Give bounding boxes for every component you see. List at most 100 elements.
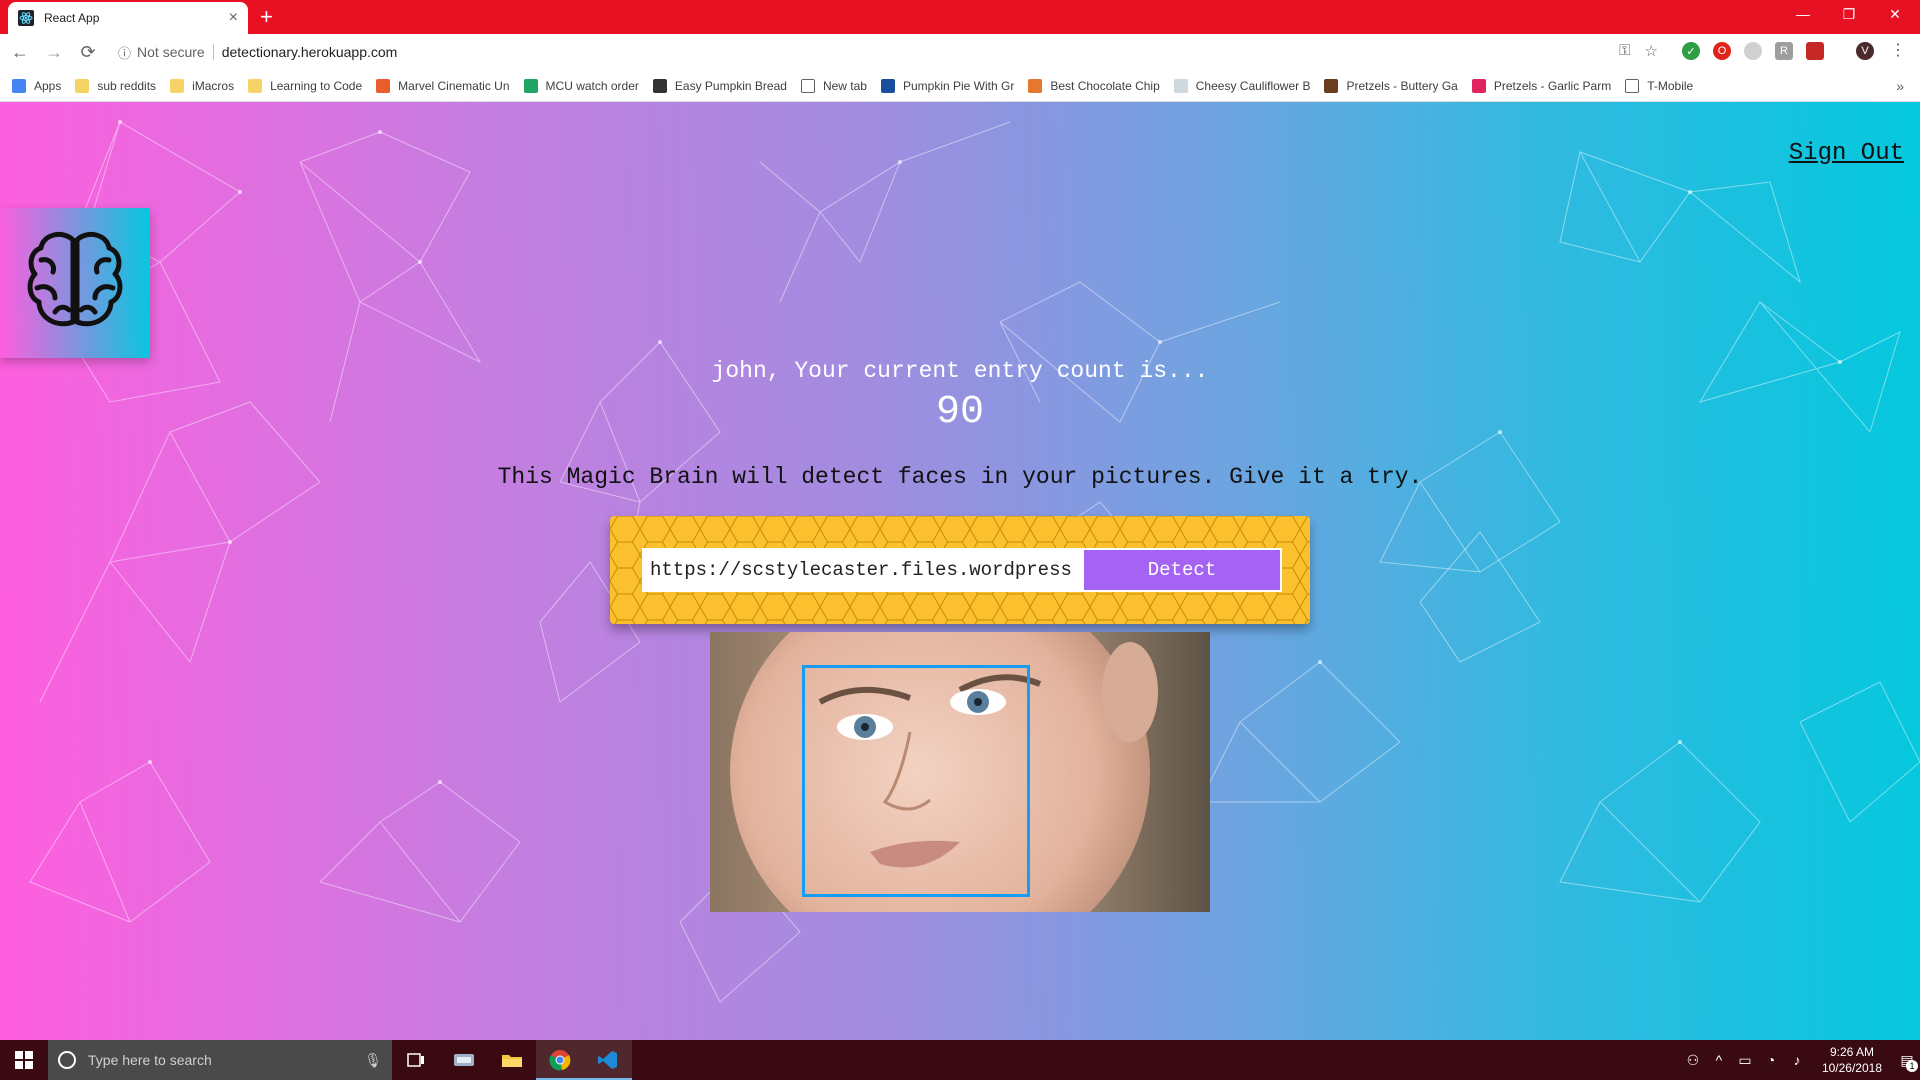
- url-text[interactable]: detectionary.herokuapp.com: [222, 44, 398, 60]
- image-url-input[interactable]: [642, 548, 1082, 592]
- marvel-icon: [376, 78, 391, 93]
- bookmark-label: Apps: [34, 78, 62, 93]
- windows-logo-icon: [15, 1051, 33, 1069]
- volume-icon[interactable]: ♪: [1784, 1052, 1810, 1068]
- bookmark-item[interactable]: New tab: [800, 78, 867, 93]
- brain-logo[interactable]: [0, 208, 150, 358]
- bookmarks-bar: Apps sub reddits iMacros Learning to Code Ma…: [0, 70, 1920, 102]
- key-icon[interactable]: ⚿: [1619, 42, 1630, 60]
- bookmark-item[interactable]: MCU watch order: [523, 78, 639, 93]
- apps-icon: [12, 78, 26, 93]
- taskbar-search-box[interactable]: Type here to search 🎙: [48, 1040, 392, 1080]
- bookmark-item[interactable]: Pretzels - Garlic Parm: [1471, 78, 1612, 93]
- bookmark-label: MCU watch order: [545, 78, 639, 93]
- bookmark-label: Pretzels - Garlic Parm: [1493, 78, 1612, 93]
- omnibox-divider: [212, 44, 214, 60]
- clock-time: 9:26 AM: [1829, 1045, 1874, 1059]
- task-view-icon[interactable]: [392, 1040, 440, 1080]
- extension-check-icon[interactable]: ✓: [1682, 42, 1700, 60]
- drive-icon: [523, 78, 538, 93]
- windows-taskbar: Type here to search 🎙 ⚇ ^ ▭ ◔ ♪ 9:26 AM …: [0, 1040, 1920, 1080]
- image-icon: [1173, 78, 1188, 93]
- notification-count: 1: [1906, 1059, 1918, 1072]
- cortana-icon: [58, 1051, 76, 1069]
- bookmark-item[interactable]: Learning to Code: [248, 78, 363, 93]
- clock-date: 10/26/2018: [1821, 1061, 1882, 1075]
- entry-count: 90: [935, 390, 984, 435]
- url-form: Detect: [610, 516, 1310, 624]
- tab-close-icon[interactable]: ×: [229, 10, 238, 26]
- browser-menu-icon[interactable]: ⋮: [1890, 40, 1906, 60]
- bookmark-item[interactable]: sub reddits: [75, 78, 157, 93]
- app-description: This Magic Brain will detect faces in yo…: [497, 464, 1423, 490]
- system-tray: ⚇ ^ ▭ ◔ ♪ 9:26 AM 10/26/2018 ▤ 1: [1680, 1040, 1920, 1080]
- forward-button[interactable]: →: [40, 38, 68, 66]
- search-placeholder: Type here to search: [88, 1052, 212, 1068]
- cookie-icon: [1028, 78, 1043, 93]
- security-label: Not secure: [137, 44, 205, 60]
- face-image: [710, 632, 1210, 912]
- minimize-button[interactable]: —: [1780, 0, 1826, 28]
- people-icon[interactable]: ⚇: [1680, 1052, 1706, 1069]
- bookmark-label: New tab: [822, 78, 867, 93]
- bookmark-item[interactable]: Apps: [12, 78, 62, 93]
- bookmark-item[interactable]: Easy Pumpkin Bread: [652, 78, 787, 93]
- browser-tab-strip: React App × + — ❐ ✕: [0, 0, 1920, 34]
- bookmark-item[interactable]: Best Chocolate Chip: [1028, 78, 1160, 93]
- entry-greeting: john, Your current entry count is...: [711, 358, 1209, 384]
- vscode-taskbar-icon[interactable]: [584, 1040, 632, 1080]
- bookmark-item[interactable]: T-Mobile: [1625, 78, 1694, 93]
- page-icon: [1625, 78, 1640, 93]
- bookmark-item[interactable]: iMacros: [170, 78, 235, 93]
- taskbar-clock[interactable]: 9:26 AM 10/26/2018: [1822, 1044, 1882, 1076]
- pretzel-icon: [1324, 78, 1339, 93]
- bookmark-label: sub reddits: [97, 78, 157, 93]
- recipe-icon: [652, 78, 667, 93]
- bookmark-item[interactable]: Pumpkin Pie With Gr: [880, 78, 1015, 93]
- tab-react-app[interactable]: React App ×: [8, 2, 248, 34]
- bookmark-label: T-Mobile: [1647, 78, 1694, 93]
- profile-avatar[interactable]: V: [1856, 42, 1874, 60]
- extension-grey-icon[interactable]: [1744, 42, 1762, 60]
- bookmark-label: Best Chocolate Chip: [1050, 78, 1160, 93]
- page-icon: [800, 78, 815, 93]
- react-icon: [18, 10, 34, 26]
- new-tab-button[interactable]: +: [260, 4, 273, 30]
- folder-icon: [248, 78, 263, 93]
- microphone-icon[interactable]: 🎙: [364, 1052, 382, 1069]
- extension-opera-icon[interactable]: O: [1713, 42, 1731, 60]
- extension-r-icon[interactable]: R: [1775, 42, 1793, 60]
- bookmark-label: Marvel Cinematic Un: [398, 78, 510, 93]
- ps-icon: [880, 78, 895, 93]
- reload-button[interactable]: ⟳: [74, 38, 102, 66]
- bookmark-item[interactable]: Marvel Cinematic Un: [376, 78, 510, 93]
- sign-out-link[interactable]: Sign Out: [1789, 140, 1904, 167]
- bookmark-label: iMacros: [192, 78, 235, 93]
- start-button[interactable]: [0, 1040, 48, 1080]
- explorer-drives-icon[interactable]: [440, 1040, 488, 1080]
- show-hidden-icons[interactable]: ^: [1706, 1052, 1732, 1068]
- brain-icon: [27, 231, 123, 327]
- info-icon[interactable]: ⓘ: [118, 43, 131, 62]
- file-explorer-icon[interactable]: [488, 1040, 536, 1080]
- battery-icon[interactable]: ▭: [1732, 1052, 1758, 1069]
- bookmark-item[interactable]: Pretzels - Buttery Ga: [1324, 78, 1458, 93]
- chrome-taskbar-icon[interactable]: [536, 1040, 584, 1080]
- bookmark-label: Pretzels - Buttery Ga: [1346, 78, 1458, 93]
- wifi-icon[interactable]: ◔: [1758, 1052, 1784, 1068]
- bookmark-label: Pumpkin Pie With Gr: [902, 78, 1015, 93]
- extension-red-icon[interactable]: [1806, 42, 1824, 60]
- folder-icon: [170, 78, 185, 93]
- bookmark-label: Learning to Code: [270, 78, 363, 93]
- restore-button[interactable]: ❐: [1826, 0, 1872, 28]
- bookmark-item[interactable]: Cheesy Cauliflower B: [1173, 78, 1310, 93]
- bookmarks-overflow-icon[interactable]: »: [1896, 78, 1904, 94]
- action-center-icon[interactable]: ▤ 1: [1894, 1052, 1920, 1072]
- close-window-button[interactable]: ✕: [1872, 0, 1918, 28]
- pinterest-icon: [1471, 78, 1486, 93]
- bookmark-star-icon[interactable]: ☆: [1645, 42, 1658, 60]
- bookmark-label: Easy Pumpkin Bread: [674, 78, 787, 93]
- detect-button[interactable]: Detect: [1082, 548, 1282, 592]
- address-bar[interactable]: ⓘ Not secure detectionary.herokuapp.com …: [110, 38, 1670, 66]
- back-button[interactable]: ←: [6, 38, 34, 66]
